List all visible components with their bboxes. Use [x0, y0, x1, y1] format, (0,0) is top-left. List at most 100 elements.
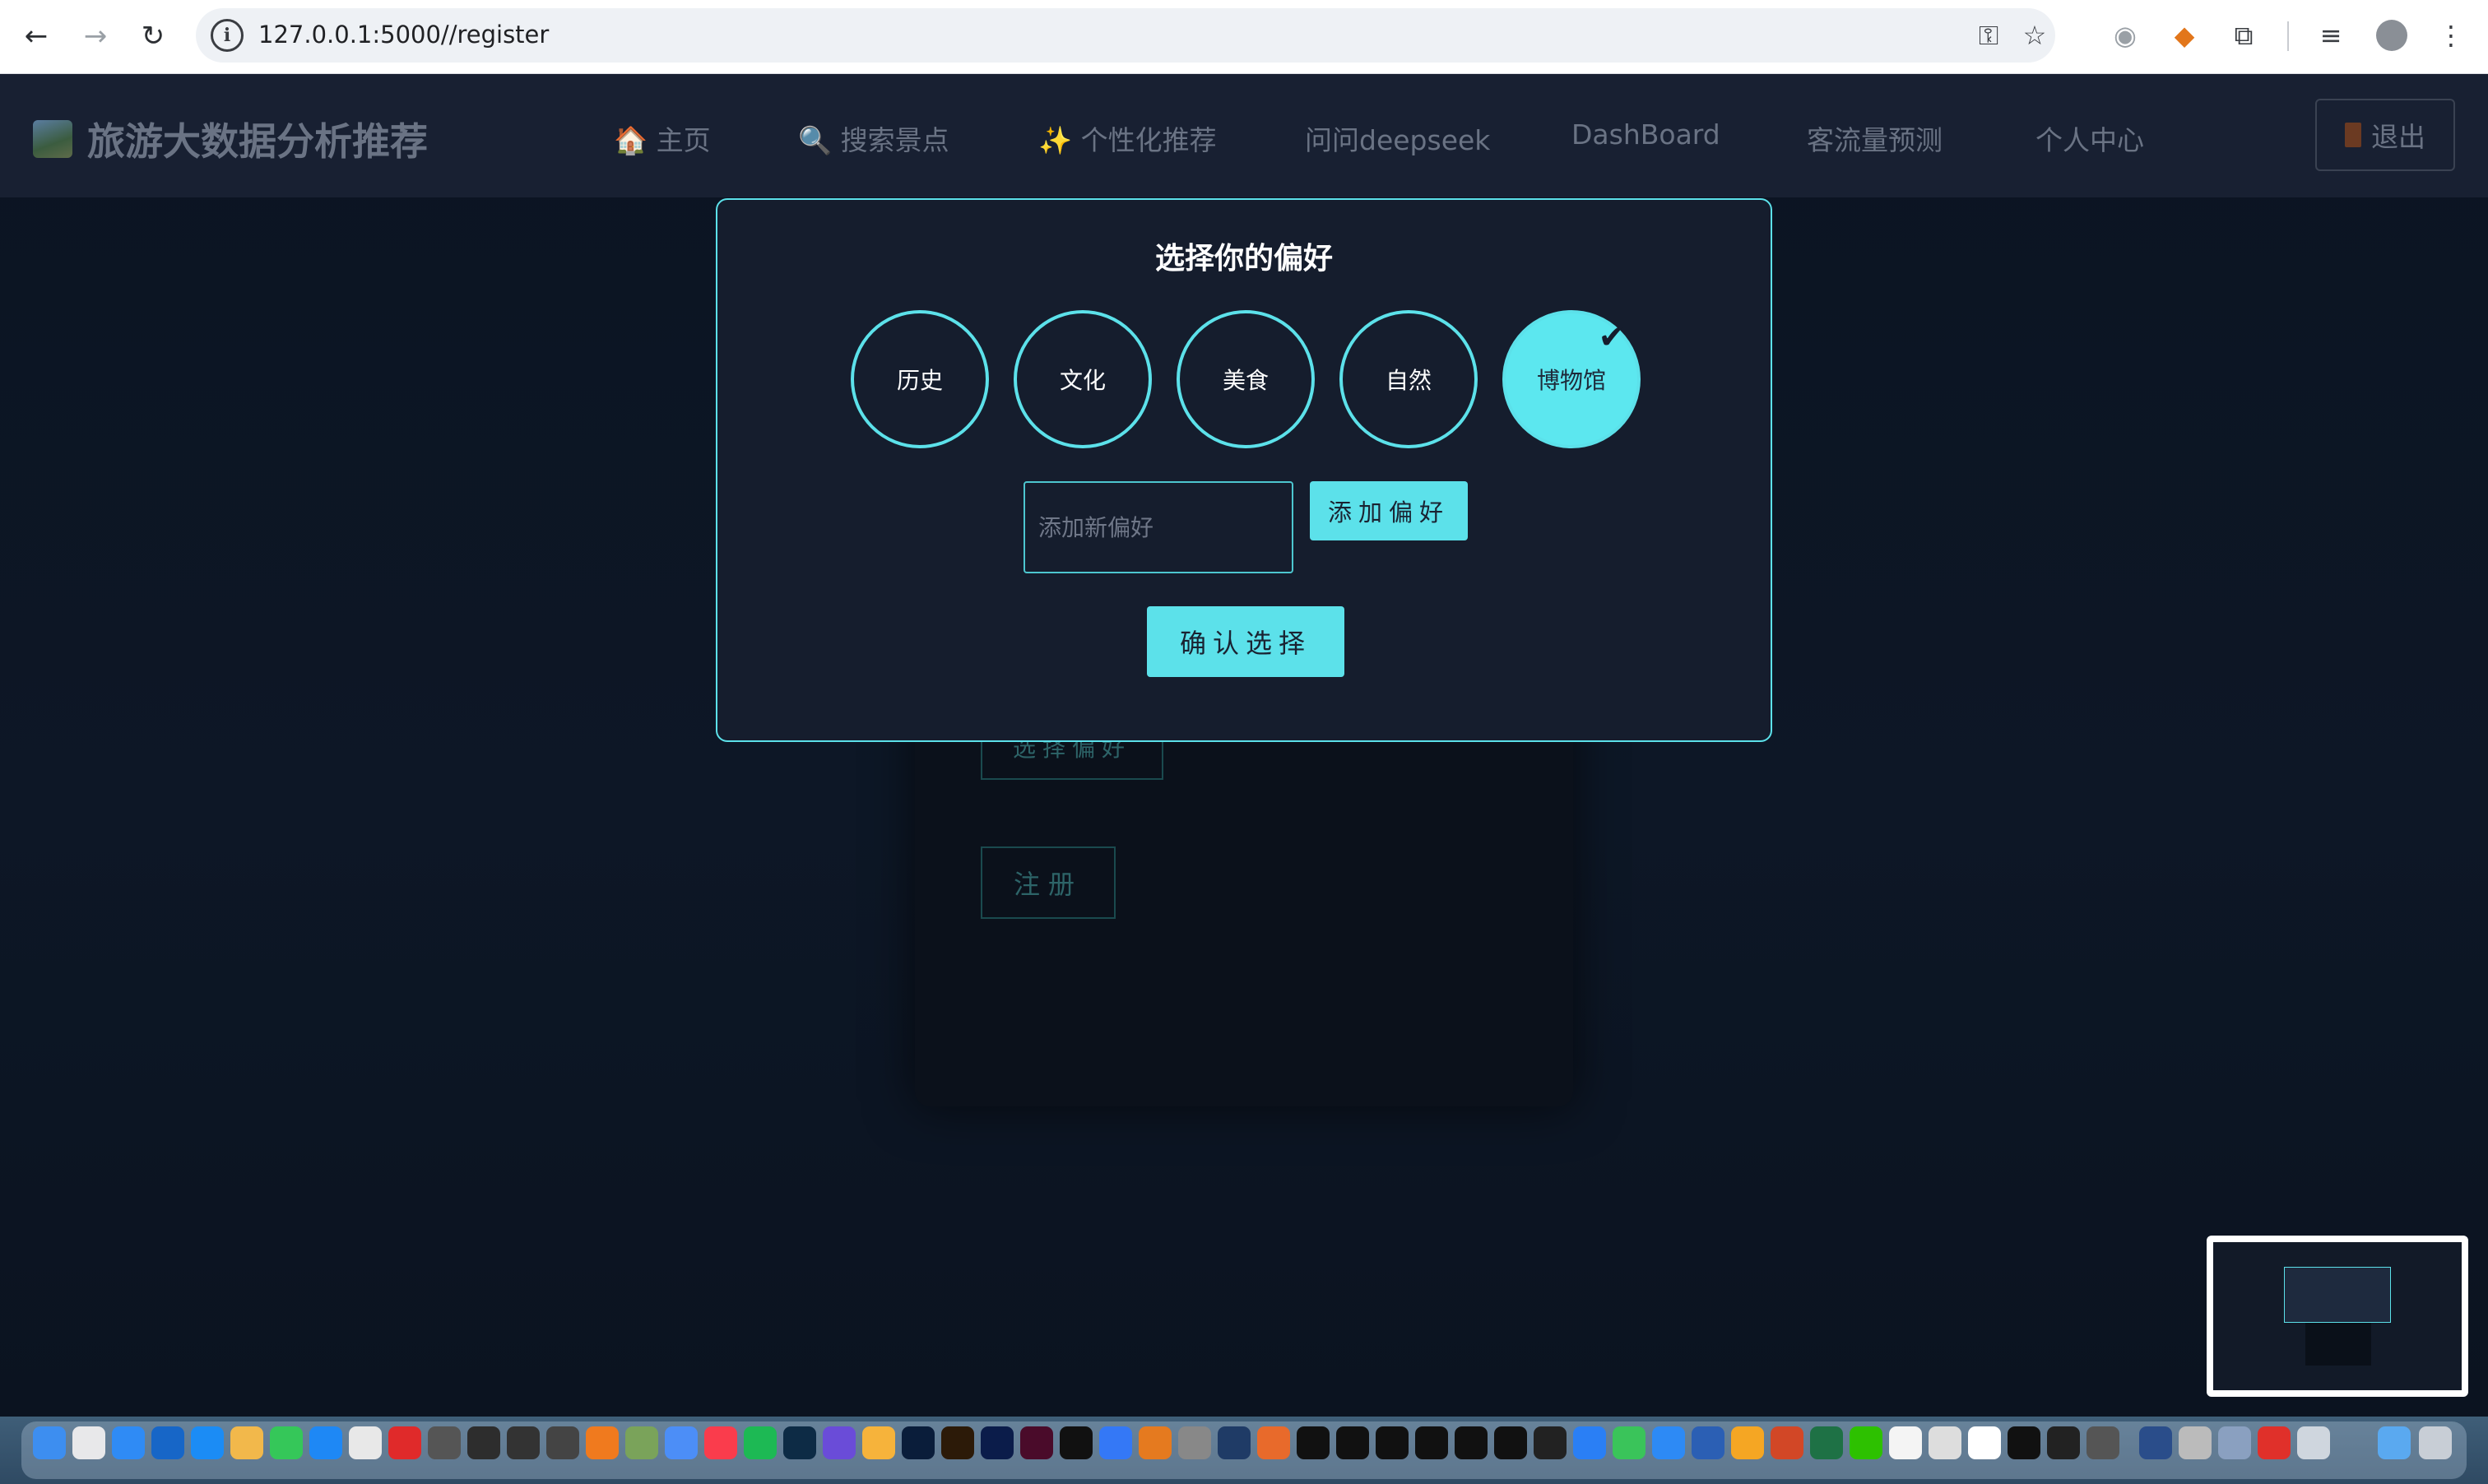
- thumbnail-card: [2305, 1323, 2371, 1366]
- register-button[interactable]: 注册: [981, 846, 1116, 919]
- outlook-icon[interactable]: [151, 1426, 184, 1459]
- app-store-icon[interactable]: [191, 1426, 224, 1459]
- star-icon[interactable]: ☆: [2017, 18, 2052, 53]
- datagrip-icon[interactable]: [1455, 1426, 1488, 1459]
- finder-icon[interactable]: [33, 1426, 66, 1459]
- word-icon[interactable]: [1692, 1426, 1724, 1459]
- thumbnail-preview: [2213, 1242, 2462, 1390]
- nav-deepseek[interactable]: 问问deepseek: [1305, 118, 1490, 158]
- more-menu-icon[interactable]: ⋮: [2432, 16, 2470, 54]
- app-icon[interactable]: [2086, 1426, 2119, 1459]
- youdao-icon[interactable]: [388, 1426, 421, 1459]
- pref-culture[interactable]: 文化: [1014, 310, 1152, 448]
- matlab-icon[interactable]: [1257, 1426, 1290, 1459]
- reload-icon[interactable]: ↻: [132, 15, 174, 58]
- add-preference-button[interactable]: 添加偏好: [1310, 481, 1468, 540]
- intellij-icon[interactable]: [1415, 1426, 1448, 1459]
- screenshot-thumbnail[interactable]: [2207, 1236, 2468, 1397]
- vpn-icon[interactable]: [665, 1426, 698, 1459]
- app-icon[interactable]: [1534, 1426, 1567, 1459]
- app-icon[interactable]: [2218, 1426, 2251, 1459]
- downloads-folder-icon[interactable]: [2378, 1426, 2411, 1459]
- indesign-icon[interactable]: [1020, 1426, 1053, 1459]
- app-icon[interactable]: [1573, 1426, 1606, 1459]
- app-icon[interactable]: [428, 1426, 461, 1459]
- preview-icon[interactable]: [2179, 1426, 2212, 1459]
- safari-icon[interactable]: [309, 1426, 342, 1459]
- powerpoint-icon[interactable]: [1771, 1426, 1803, 1459]
- address-bar[interactable]: i 127.0.0.1:5000//register ⚿ ☆: [196, 8, 2055, 63]
- site-info-icon[interactable]: i: [211, 19, 244, 52]
- key-icon[interactable]: ⚿: [1971, 18, 2006, 53]
- messages-icon[interactable]: [270, 1426, 303, 1459]
- pages-icon[interactable]: [1731, 1426, 1764, 1459]
- pref-label: 博物馆: [1536, 367, 1606, 394]
- new-preference-input[interactable]: [1024, 481, 1293, 573]
- nav-dashboard[interactable]: DashBoard: [1571, 118, 1720, 151]
- activity-monitor-icon[interactable]: [2047, 1426, 2080, 1459]
- nav-search[interactable]: 🔍 搜索景点: [798, 118, 949, 158]
- app-icon[interactable]: [1099, 1426, 1132, 1459]
- landscape-icon: [33, 120, 72, 158]
- webstorm-icon[interactable]: [1297, 1426, 1330, 1459]
- vim-icon[interactable]: [1060, 1426, 1093, 1459]
- terminal-icon[interactable]: [2008, 1426, 2040, 1459]
- url-text[interactable]: 127.0.0.1:5000//register: [258, 21, 549, 49]
- app-icon[interactable]: [823, 1426, 856, 1459]
- toolbar-divider: [2287, 21, 2289, 51]
- brand[interactable]: 旅游大数据分析推荐: [33, 112, 428, 166]
- music-icon[interactable]: [704, 1426, 737, 1459]
- illustrator-icon[interactable]: [941, 1426, 974, 1459]
- clion-icon[interactable]: [1494, 1426, 1527, 1459]
- audition-icon[interactable]: [981, 1426, 1014, 1459]
- logout-button[interactable]: 退出: [2315, 99, 2455, 171]
- lightroom-icon[interactable]: [783, 1426, 816, 1459]
- pref-nature[interactable]: 自然: [1339, 310, 1478, 448]
- blender-icon[interactable]: [1139, 1426, 1172, 1459]
- app-icon[interactable]: [1218, 1426, 1251, 1459]
- launchpad-icon[interactable]: [72, 1426, 105, 1459]
- logout-label: 退出: [2371, 121, 2425, 153]
- nav-traffic-forecast[interactable]: 客流量预测: [1807, 118, 1943, 158]
- dataspell-icon[interactable]: [1376, 1426, 1409, 1459]
- mail-icon[interactable]: [112, 1426, 145, 1459]
- pref-museum[interactable]: 博物馆 ✔: [1502, 310, 1641, 448]
- chatgpt-icon[interactable]: [1929, 1426, 1961, 1459]
- davinci-icon[interactable]: [507, 1426, 540, 1459]
- spotify-icon[interactable]: [744, 1426, 777, 1459]
- extensions-puzzle-icon[interactable]: ⧉: [2225, 16, 2263, 54]
- qq-icon[interactable]: [1889, 1426, 1922, 1459]
- sketch-icon[interactable]: [862, 1426, 895, 1459]
- avatar[interactable]: [2373, 16, 2411, 54]
- media-control-icon[interactable]: ≡: [2312, 16, 2350, 54]
- app-icon[interactable]: [2258, 1426, 2291, 1459]
- pycharm-icon[interactable]: [1336, 1426, 1369, 1459]
- extension-weibo-icon[interactable]: ◉: [2106, 16, 2144, 54]
- wechat-icon[interactable]: [1850, 1426, 1882, 1459]
- photos-icon[interactable]: [230, 1426, 263, 1459]
- app-icon[interactable]: [546, 1426, 579, 1459]
- fl-studio-icon[interactable]: [586, 1426, 619, 1459]
- app-icon[interactable]: [2297, 1426, 2330, 1459]
- excel-icon[interactable]: [1810, 1426, 1843, 1459]
- confirm-selection-button[interactable]: 确认选择: [1147, 606, 1344, 677]
- app-icon[interactable]: [1968, 1426, 2001, 1459]
- nav-home[interactable]: 🏠 主页: [614, 118, 711, 158]
- nav-profile[interactable]: 个人中心: [2035, 118, 2144, 158]
- pref-history[interactable]: 历史: [851, 310, 989, 448]
- metamask-icon[interactable]: ◆: [2165, 16, 2203, 54]
- app-icon[interactable]: [625, 1426, 658, 1459]
- app-icon[interactable]: [1178, 1426, 1211, 1459]
- forward-arrow-icon[interactable]: →: [74, 15, 117, 58]
- chrome-icon[interactable]: [349, 1426, 382, 1459]
- back-arrow-icon[interactable]: ←: [15, 15, 58, 58]
- pref-label: 历史: [896, 367, 943, 394]
- photoshop-icon[interactable]: [902, 1426, 935, 1459]
- final-cut-icon[interactable]: [467, 1426, 500, 1459]
- keynote-icon[interactable]: [1652, 1426, 1685, 1459]
- trash-icon[interactable]: [2419, 1426, 2452, 1459]
- nav-recommend[interactable]: ✨ 个性化推荐: [1038, 118, 1217, 158]
- app-icon[interactable]: [2139, 1426, 2172, 1459]
- pref-food[interactable]: 美食: [1177, 310, 1315, 448]
- numbers-icon[interactable]: [1613, 1426, 1646, 1459]
